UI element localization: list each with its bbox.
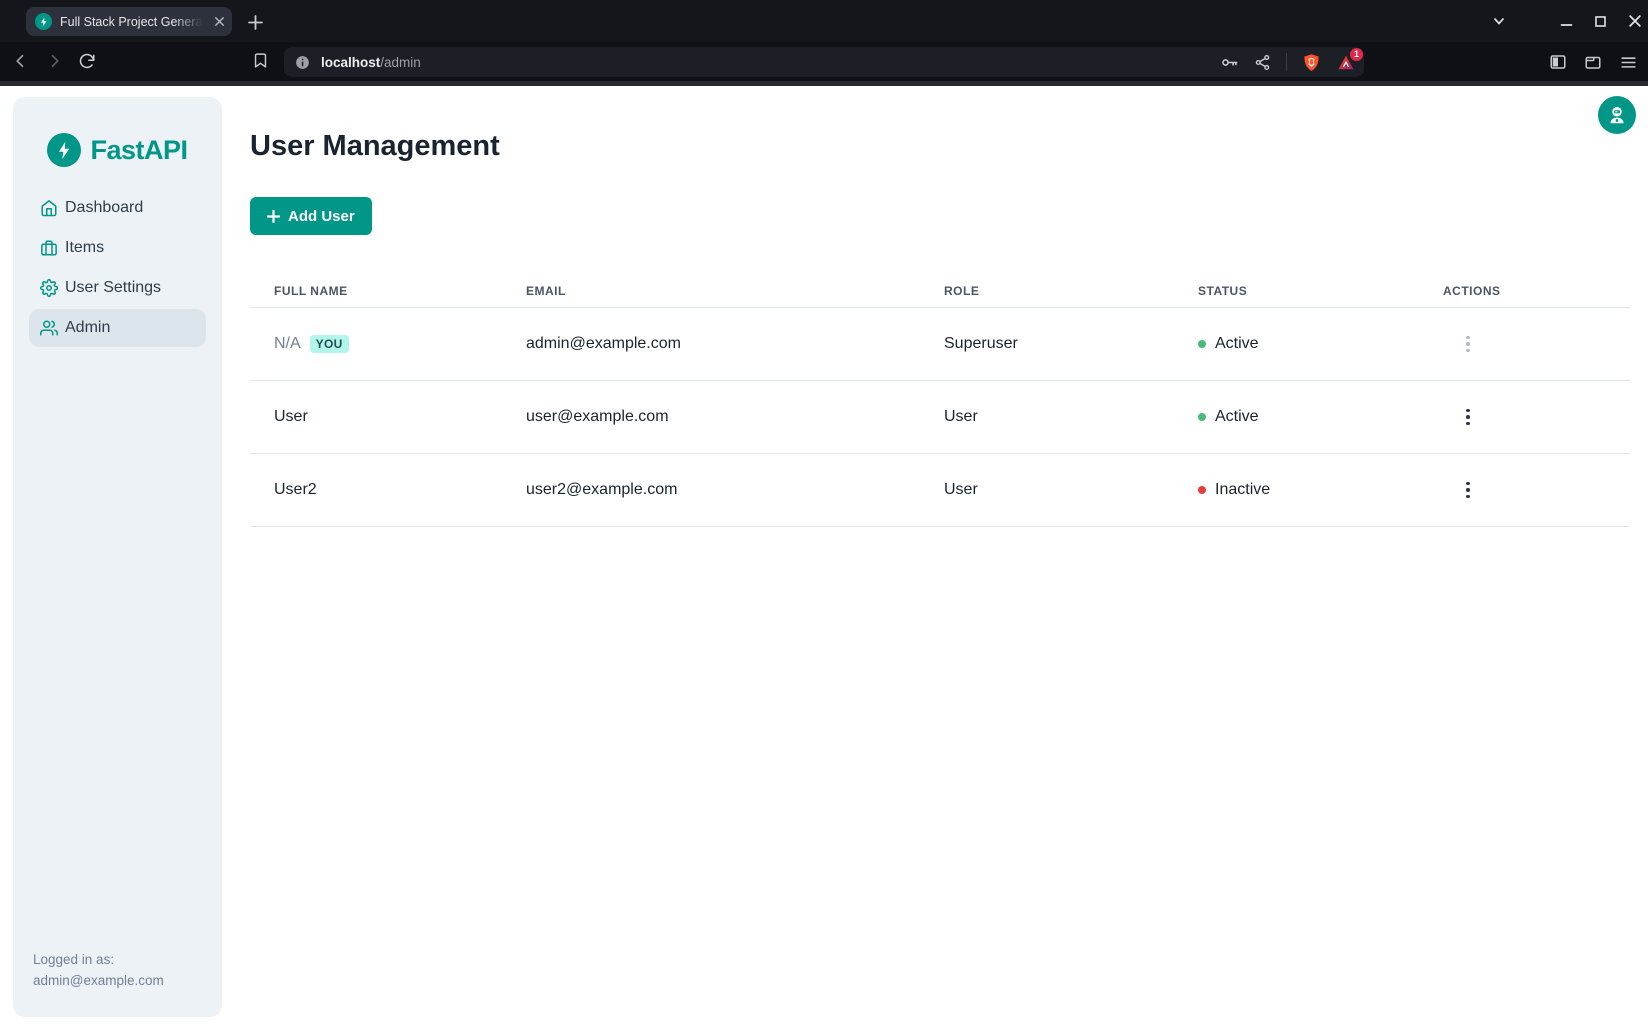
user-status: Inactive (1174, 481, 1419, 499)
gear-icon (40, 279, 58, 297)
user-status: Active (1174, 408, 1419, 426)
logged-in-label: Logged in as: (33, 949, 164, 970)
browser-tab-bar: Full Stack Project Genera (0, 0, 1648, 42)
fastapi-logo: FastAPI (13, 133, 222, 167)
tab-close-icon[interactable] (214, 16, 225, 27)
col-header-status: STATUS (1174, 284, 1419, 298)
main-content: User Management Add User FULL NAME EMAIL… (250, 86, 1630, 527)
user-status: Active (1174, 335, 1419, 353)
user-email: user@example.com (502, 408, 920, 426)
user-email: admin@example.com (502, 335, 920, 353)
status-dot (1198, 486, 1206, 494)
bookmark-icon[interactable] (252, 52, 269, 69)
briefcase-icon (40, 239, 58, 257)
sidebar-item-admin[interactable]: Admin (29, 309, 206, 347)
col-header-full-name: FULL NAME (250, 284, 502, 298)
url-path: /admin (380, 55, 421, 70)
plus-icon (267, 210, 280, 223)
sidebar: FastAPI Dashboard Items User Settings (13, 97, 222, 1017)
back-icon[interactable] (12, 52, 30, 70)
browser-tab[interactable]: Full Stack Project Genera (26, 7, 232, 36)
col-header-email: EMAIL (502, 284, 920, 298)
fastapi-logo-icon (47, 133, 81, 167)
add-user-label: Add User (288, 208, 355, 225)
forward-icon[interactable] (45, 52, 63, 70)
sidebar-item-label: User Settings (65, 279, 161, 297)
add-user-button[interactable]: Add User (250, 197, 372, 235)
brave-shield-icon[interactable] (1302, 53, 1321, 72)
logged-in-email: admin@example.com (33, 970, 164, 991)
status-dot (1198, 340, 1206, 348)
fastapi-logo-text: FastAPI (90, 135, 187, 166)
col-header-role: ROLE (920, 284, 1174, 298)
rewards-notification-badge: 1 (1350, 48, 1363, 61)
logged-in-info: Logged in as: admin@example.com (33, 949, 164, 991)
window-close-icon[interactable] (1628, 14, 1642, 28)
user-full-name: User2 (274, 481, 317, 499)
sidebar-item-dashboard[interactable]: Dashboard (29, 189, 206, 227)
row-actions-kebab-icon[interactable] (1457, 475, 1479, 505)
window-maximize-icon[interactable] (1594, 15, 1607, 28)
password-key-icon[interactable] (1220, 53, 1239, 72)
wallet-icon[interactable] (1584, 53, 1602, 71)
side-panel-icon[interactable] (1549, 53, 1567, 71)
user-role: User (920, 408, 1174, 426)
user-email: user2@example.com (502, 481, 920, 499)
browser-toolbar: localhost/admin 1 (0, 42, 1648, 81)
you-badge: YOU (310, 335, 349, 353)
address-bar[interactable]: localhost/admin 1 (284, 47, 1364, 77)
row-actions-kebab-icon[interactable] (1457, 329, 1479, 359)
reload-icon[interactable] (78, 52, 96, 70)
users-table: FULL NAME EMAIL ROLE STATUS ACTIONS N/A … (250, 275, 1630, 527)
status-label: Active (1215, 335, 1259, 353)
home-icon (40, 199, 58, 217)
fastapi-favicon-icon (35, 13, 52, 30)
sidebar-nav: Dashboard Items User Settings Admin (13, 189, 222, 347)
sidebar-item-label: Dashboard (65, 199, 143, 217)
url-host: localhost (321, 55, 380, 70)
user-role: User (920, 481, 1174, 499)
table-row: N/A YOU admin@example.com Superuser Acti… (250, 308, 1630, 381)
site-info-icon[interactable] (294, 54, 311, 71)
sidebar-item-label: Items (65, 239, 104, 257)
table-row: User2 user2@example.com User Inactive (250, 454, 1630, 527)
table-header-row: FULL NAME EMAIL ROLE STATUS ACTIONS (250, 275, 1630, 308)
toolbar-divider (1286, 53, 1287, 71)
sidebar-item-items[interactable]: Items (29, 229, 206, 267)
user-full-name: N/A (274, 335, 301, 353)
user-role: Superuser (920, 335, 1174, 353)
sidebar-item-label: Admin (65, 319, 110, 337)
status-label: Active (1215, 408, 1259, 426)
url-text: localhost/admin (321, 55, 421, 70)
row-actions-kebab-icon[interactable] (1457, 402, 1479, 432)
status-label: Inactive (1215, 481, 1270, 499)
window-minimize-icon[interactable] (1560, 15, 1573, 28)
user-full-name: User (274, 408, 308, 426)
users-icon (40, 319, 58, 337)
tab-title: Full Stack Project Genera (60, 15, 206, 29)
share-icon[interactable] (1254, 54, 1271, 71)
menu-hamburger-icon[interactable] (1619, 53, 1638, 72)
sidebar-item-user-settings[interactable]: User Settings (29, 269, 206, 307)
tab-search-chevron-icon[interactable] (1492, 14, 1506, 28)
new-tab-button[interactable] (243, 10, 267, 34)
status-dot (1198, 413, 1206, 421)
page-title: User Management (250, 130, 1630, 163)
page-content: FastAPI Dashboard Items User Settings (0, 86, 1648, 1025)
table-row: User user@example.com User Active (250, 381, 1630, 454)
col-header-actions: ACTIONS (1419, 284, 1630, 298)
